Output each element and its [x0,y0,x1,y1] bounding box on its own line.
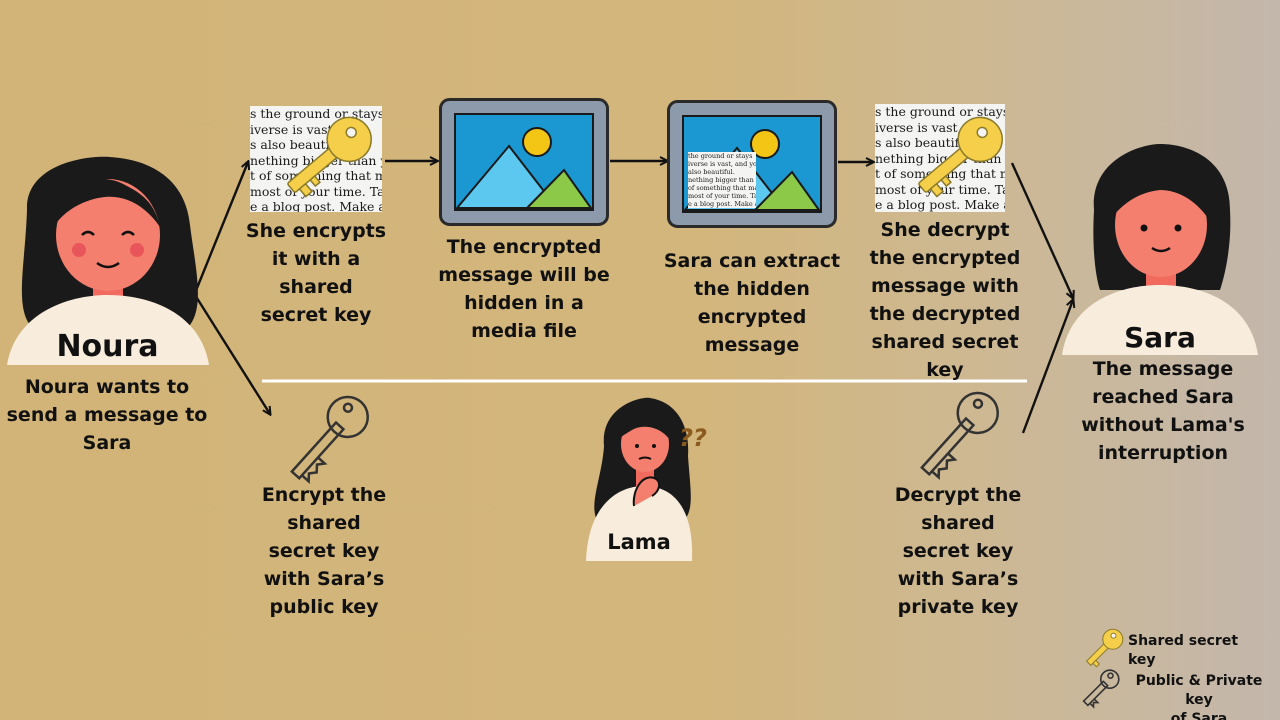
noura-name: Noura [56,329,159,364]
sara-name: Sara [1124,321,1196,354]
step-encrypt-label: She encrypts it with a shared secret key [245,220,387,326]
step-hide-label: The encrypted message will be hidden in … [438,236,610,342]
image-icon-hide [439,98,609,226]
embedded-document: the ground or stays iverse is vast, and … [688,152,756,208]
noura-caption: Noura wants to send a message to Sara [6,376,208,454]
diagram-canvas: Noura Noura wants to send a message to S… [0,0,1280,720]
sara-caption: The message reached Sara without Lama's … [1081,358,1245,464]
gold-key-icon-2 [918,116,1003,198]
outline-key-icon-private [920,391,999,481]
gold-key-icon [287,116,372,198]
legend-public-private-label: Public & Private key of Sara [1135,673,1263,720]
lama-name: Lama [607,530,671,554]
lama-thought-icon: ?? [679,424,707,452]
outline-key-icon-public [290,395,369,485]
step-extract-label: Sara can extract the hidden encrypted me… [663,250,841,356]
step-decrypt-label: She decrypt the encrypted message with t… [869,219,1021,381]
key-decrypt-label: Decrypt the shared secret key with Sara’… [894,484,1022,618]
key-encrypt-label: Encrypt the shared secret key with Sara’… [261,484,387,618]
legend-shared-label: Shared secret key [1128,633,1239,668]
legend-outline-key-icon [1082,669,1120,709]
